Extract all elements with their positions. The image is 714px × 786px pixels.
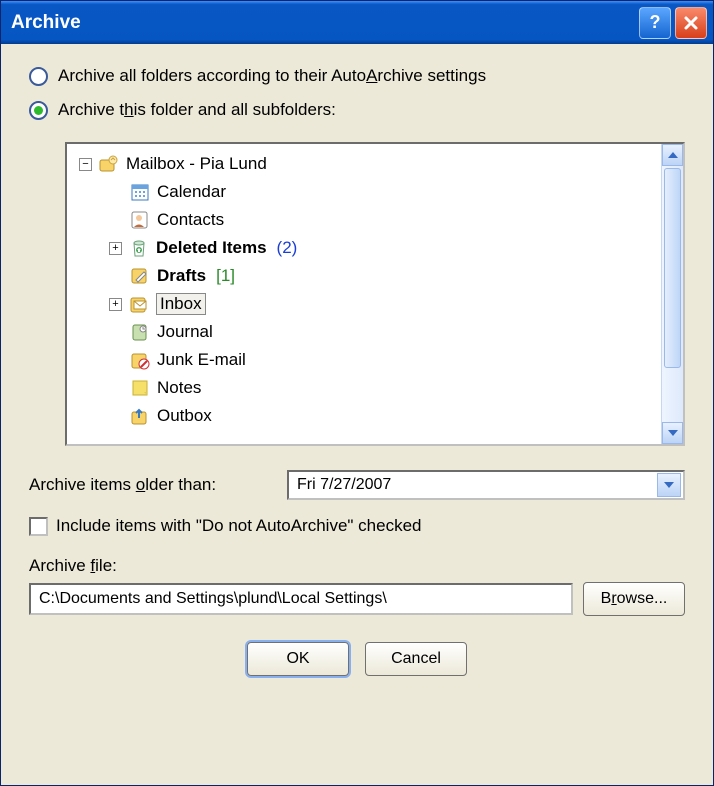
- tree-label: Inbox: [156, 293, 206, 315]
- tree-label: Mailbox - Pia Lund: [126, 154, 267, 174]
- older-than-row: Archive items older than: Fri 7/27/2007: [29, 470, 685, 500]
- file-path-input[interactable]: C:\Documents and Settings\plund\Local Se…: [29, 583, 573, 615]
- tree-label: Notes: [157, 378, 201, 398]
- browse-button[interactable]: Browse...: [583, 582, 685, 616]
- older-than-label: Archive items older than:: [29, 475, 287, 495]
- tree-node-calendar[interactable]: Calendar: [73, 178, 655, 206]
- tree-node-deleted[interactable]: + Deleted Items (2): [73, 234, 655, 262]
- expand-icon[interactable]: +: [109, 298, 122, 311]
- tree-label: Outbox: [157, 406, 212, 426]
- scroll-up-button[interactable]: [662, 144, 683, 166]
- outbox-icon: [129, 406, 151, 426]
- titlebar: Archive ?: [1, 1, 713, 44]
- collapse-icon[interactable]: −: [79, 158, 92, 171]
- close-button[interactable]: [675, 7, 707, 39]
- date-value: Fri 7/27/2007: [297, 476, 657, 494]
- tree-label: Calendar: [157, 182, 226, 202]
- archive-dialog: Archive ? Archive all folders according …: [0, 0, 714, 786]
- radio-archive-this[interactable]: Archive this folder and all subfolders:: [29, 100, 685, 120]
- include-label: Include items with "Do not AutoArchive" …: [56, 516, 421, 536]
- ok-button[interactable]: OK: [247, 642, 349, 676]
- tree-label: Contacts: [157, 210, 224, 230]
- scroll-down-button[interactable]: [662, 422, 683, 444]
- mailbox-icon: [98, 154, 120, 174]
- count-badge: (2): [277, 238, 298, 258]
- dialog-buttons: OK Cancel: [29, 642, 685, 676]
- dialog-content: Archive all folders according to their A…: [1, 44, 713, 785]
- radio-label-all: Archive all folders according to their A…: [58, 66, 486, 86]
- inbox-icon: [128, 294, 150, 314]
- tree-node-junk[interactable]: Junk E-mail: [73, 346, 655, 374]
- file-path-value: C:\Documents and Settings\plund\Local Se…: [39, 590, 387, 608]
- notes-icon: [129, 378, 151, 398]
- tree-node-drafts[interactable]: Drafts [1]: [73, 262, 655, 290]
- count-badge: [1]: [216, 266, 235, 286]
- tree-label: Junk E-mail: [157, 350, 246, 370]
- expand-icon[interactable]: +: [109, 242, 122, 255]
- archive-file-label: Archive file:: [29, 556, 685, 576]
- contacts-icon: [129, 210, 151, 230]
- combo-dropdown-button[interactable]: [657, 473, 681, 497]
- trash-icon: [128, 238, 150, 258]
- folder-tree[interactable]: − Mailbox - Pia Lund Calendar: [65, 142, 685, 446]
- tree-node-journal[interactable]: Journal: [73, 318, 655, 346]
- tree-label: Drafts: [157, 266, 206, 286]
- journal-icon: [129, 322, 151, 342]
- window-title: Archive: [11, 12, 635, 34]
- tree-content: − Mailbox - Pia Lund Calendar: [67, 144, 661, 444]
- tree-node-contacts[interactable]: Contacts: [73, 206, 655, 234]
- tree-label: Deleted Items: [156, 238, 267, 258]
- scroll-track[interactable]: [662, 166, 683, 422]
- scrollbar[interactable]: [661, 144, 683, 444]
- junk-icon: [129, 350, 151, 370]
- close-icon: [683, 15, 699, 31]
- tree-node-notes[interactable]: Notes: [73, 374, 655, 402]
- radio-icon: [29, 101, 48, 120]
- radio-label-this: Archive this folder and all subfolders:: [58, 100, 336, 120]
- scroll-thumb[interactable]: [664, 168, 681, 368]
- tree-label: Journal: [157, 322, 213, 342]
- file-row: C:\Documents and Settings\plund\Local Se…: [29, 582, 685, 616]
- radio-icon: [29, 67, 48, 86]
- chevron-up-icon: [668, 152, 678, 158]
- radio-archive-all[interactable]: Archive all folders according to their A…: [29, 66, 685, 86]
- date-combo[interactable]: Fri 7/27/2007: [287, 470, 685, 500]
- tree-node-mailbox[interactable]: − Mailbox - Pia Lund: [73, 150, 655, 178]
- tree-node-outbox[interactable]: Outbox: [73, 402, 655, 430]
- chevron-down-icon: [664, 482, 674, 488]
- chevron-down-icon: [668, 430, 678, 436]
- drafts-icon: [129, 266, 151, 286]
- cancel-button[interactable]: Cancel: [365, 642, 467, 676]
- help-button[interactable]: ?: [639, 7, 671, 39]
- tree-node-inbox[interactable]: + Inbox: [73, 290, 655, 318]
- include-checkbox-row[interactable]: Include items with "Do not AutoArchive" …: [29, 516, 685, 536]
- checkbox-icon[interactable]: [29, 517, 48, 536]
- calendar-icon: [129, 182, 151, 202]
